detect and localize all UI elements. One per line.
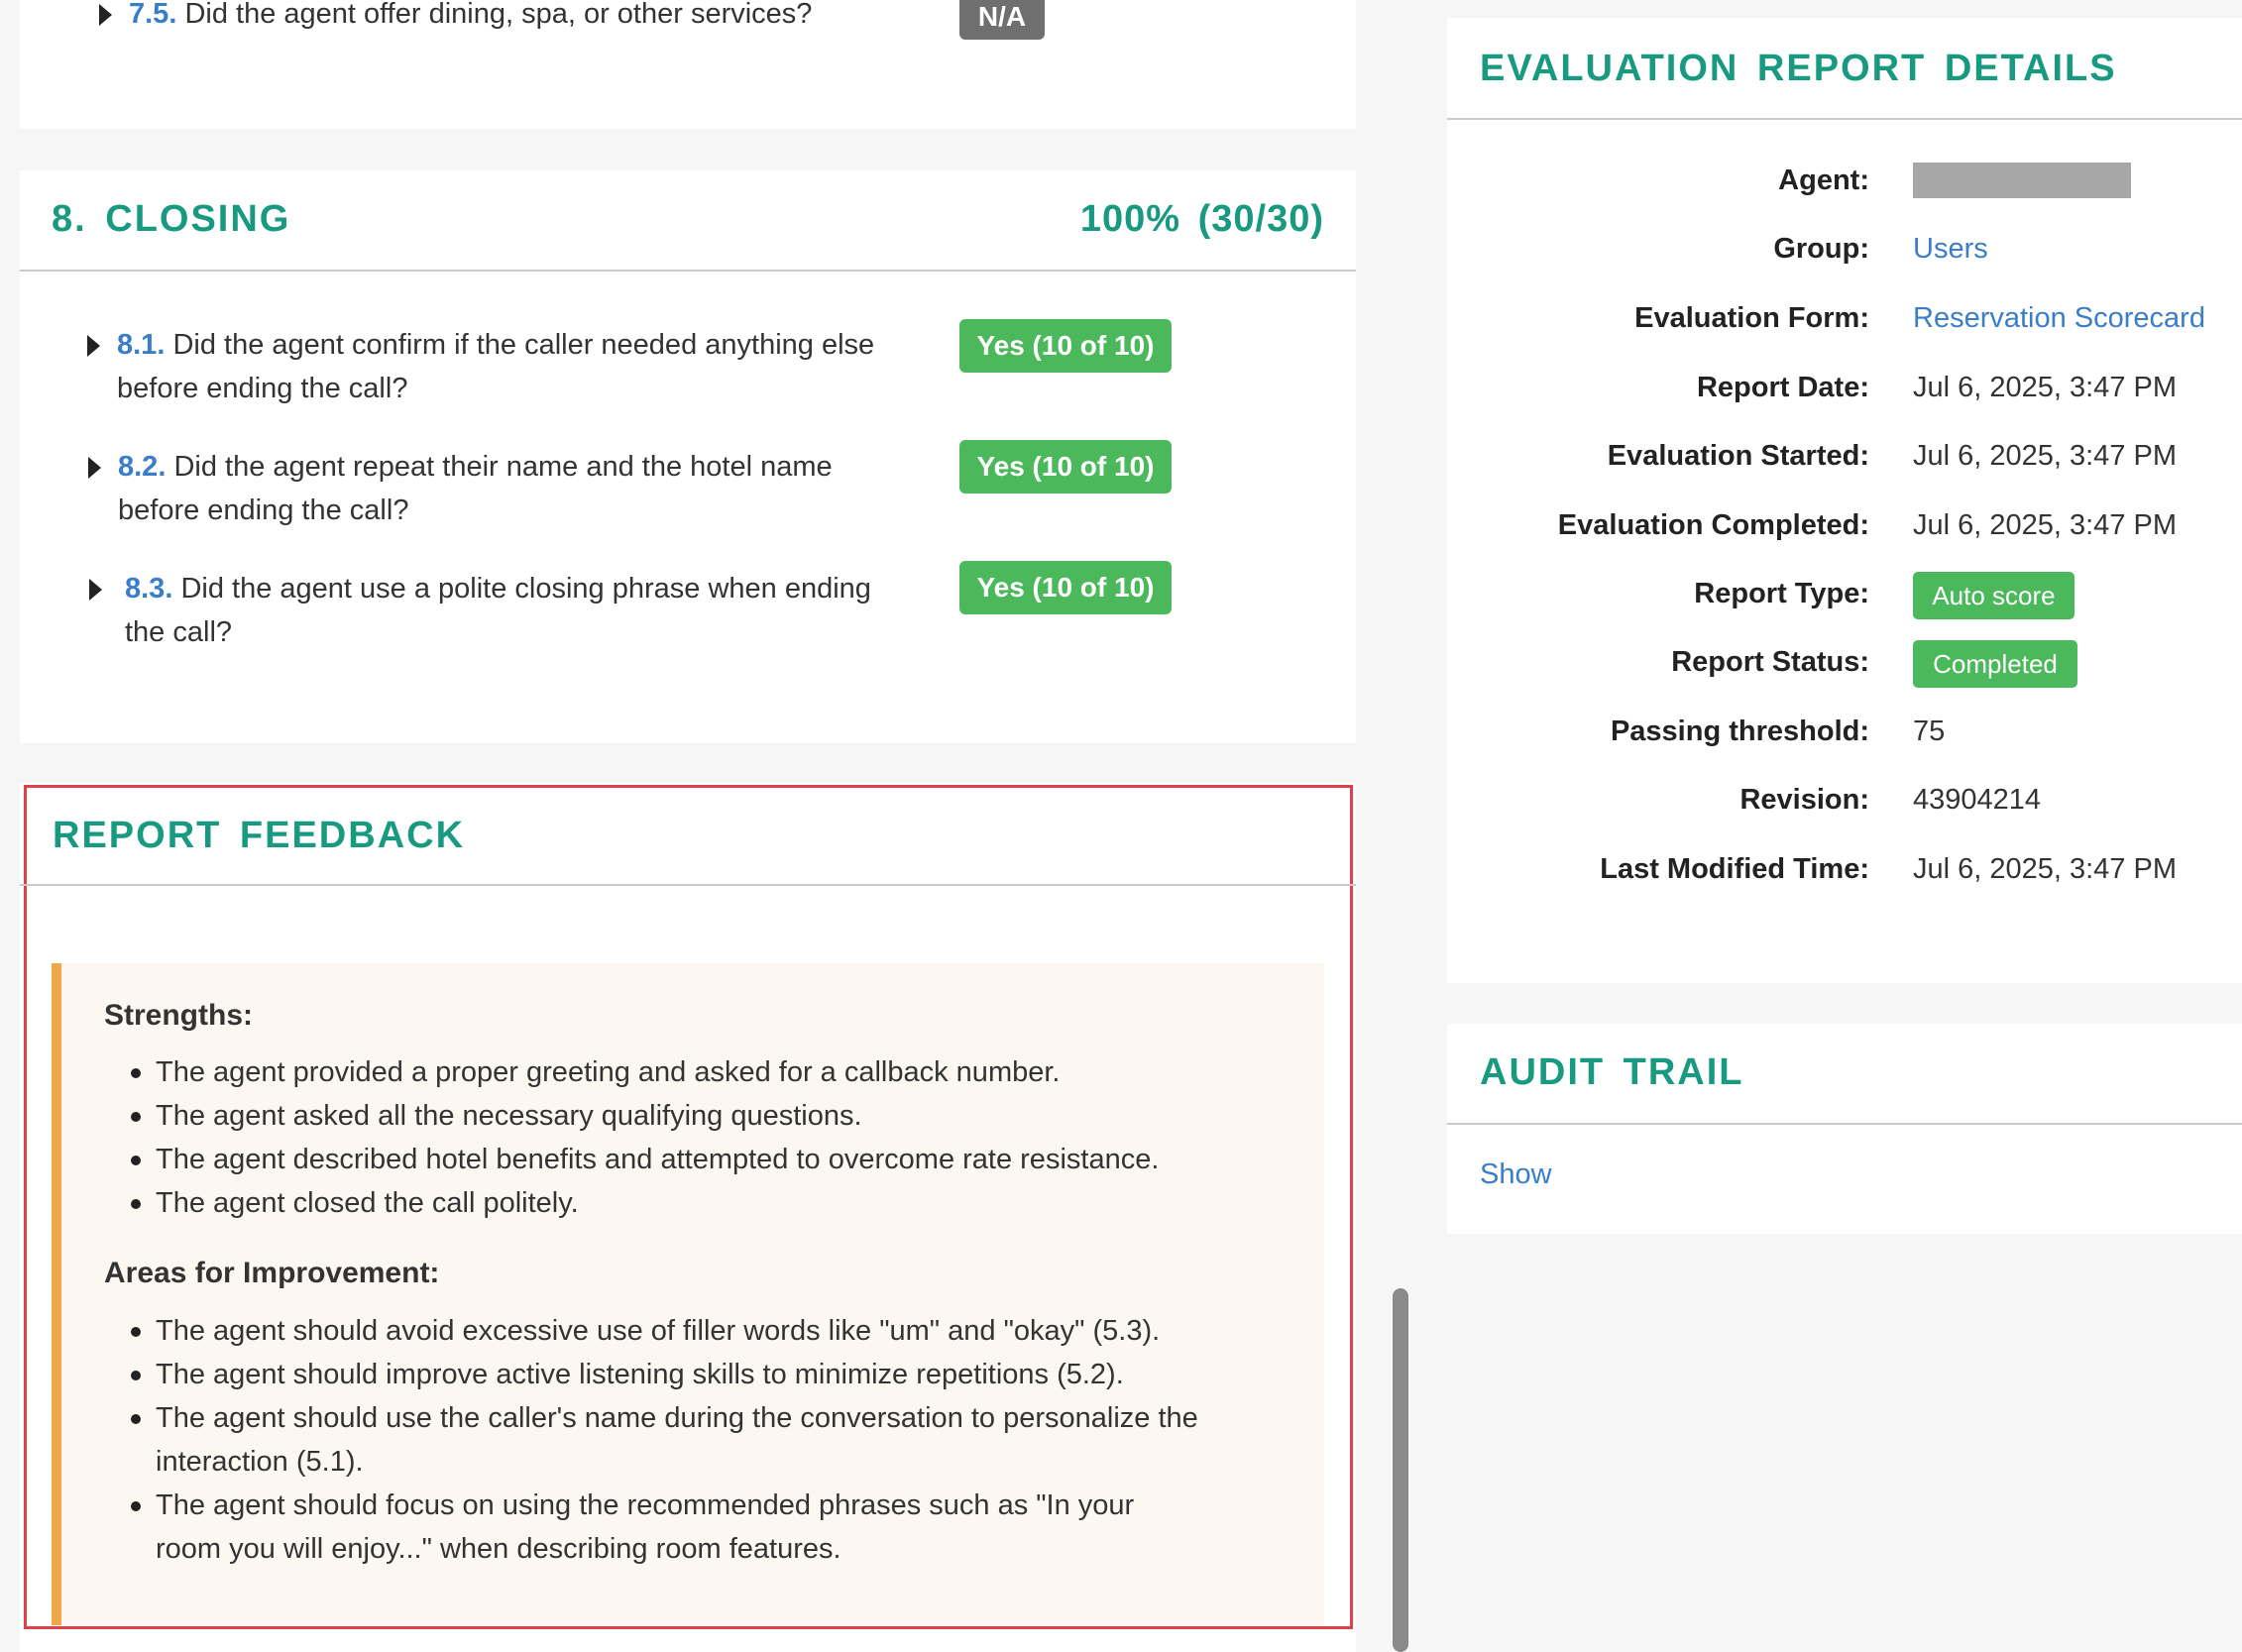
question-text: Did the agent use a polite closing phras…: [180, 573, 871, 605]
question-text: Did the agent confirm if the caller need…: [172, 329, 875, 361]
audit-trail-card: AUDIT TRAIL Show: [1447, 1024, 2242, 1234]
question-8-2: 8.2. Did the agent repeat their name and…: [88, 445, 941, 532]
list-item-cont: interaction (5.1).: [156, 1446, 364, 1478]
list-item: The agent closed the call politely.: [130, 1181, 1159, 1225]
report-date-value: Jul 6, 2025, 3:47 PM: [1913, 372, 2177, 403]
started-value: Jul 6, 2025, 3:47 PM: [1913, 440, 2177, 472]
improvement-heading: Areas for Improvement:: [104, 1257, 440, 1289]
report-status-label: Report Status:: [1671, 646, 1869, 678]
started-label: Evaluation Started:: [1607, 440, 1869, 472]
question-number: 8.2.: [118, 451, 167, 483]
question-text-cont: the call?: [125, 616, 233, 648]
threshold-label: Passing threshold:: [1610, 716, 1869, 747]
question-8-3: 8.3. Did the agent use a polite closing …: [89, 567, 948, 654]
feedback-divider: [20, 884, 1356, 886]
answer-badge-yes: Yes (10 of 10): [959, 440, 1172, 494]
strengths-list: The agent provided a proper greeting and…: [130, 1050, 1159, 1225]
report-type-badge: Auto score: [1913, 572, 2074, 619]
question-number: 8.1.: [117, 329, 166, 361]
feedback-title: REPORT FEEDBACK: [53, 815, 466, 856]
report-type-label: Report Type:: [1694, 578, 1869, 609]
details-header: EVALUATION REPORT DETAILS: [1447, 18, 2242, 120]
section-8-card: 8. CLOSING 100% (30/30) 8.1. Did the age…: [20, 170, 1356, 743]
modified-label: Last Modified Time:: [1600, 853, 1869, 885]
audit-header: AUDIT TRAIL: [1447, 1024, 2242, 1125]
report-status-badge: Completed: [1913, 640, 2077, 688]
expand-caret-icon[interactable]: [87, 335, 100, 357]
agent-label: Agent:: [1778, 165, 1869, 196]
question-number: 7.5.: [129, 0, 177, 30]
answer-badge-yes: Yes (10 of 10): [959, 561, 1172, 614]
details-title: EVALUATION REPORT DETAILS: [1480, 48, 2117, 89]
list-item-cont: room you will enjoy..." when describing …: [156, 1533, 841, 1565]
agent-redacted-value: [1913, 163, 2131, 198]
question-7-5: 7.5. Did the agent offer dining, spa, or…: [99, 0, 981, 36]
revision-value: 43904214: [1913, 784, 2042, 816]
question-8-1: 8.1. Did the agent confirm if the caller…: [87, 323, 940, 410]
question-text-cont: before ending the call?: [118, 495, 409, 526]
report-date-label: Report Date:: [1696, 372, 1869, 403]
expand-caret-icon[interactable]: [99, 4, 112, 26]
question-number: 8.3.: [125, 573, 173, 605]
list-item: The agent described hotel benefits and a…: [130, 1138, 1159, 1181]
group-label: Group:: [1773, 233, 1869, 265]
audit-show-link[interactable]: Show: [1480, 1158, 1552, 1191]
feedback-content: Strengths: The agent provided a proper g…: [52, 963, 1324, 1625]
list-item: The agent should use the caller's name d…: [131, 1396, 1198, 1440]
revision-label: Revision:: [1739, 784, 1869, 816]
form-label: Evaluation Form:: [1634, 302, 1869, 334]
modified-value: Jul 6, 2025, 3:47 PM: [1913, 853, 2177, 885]
question-text: Did the agent repeat their name and the …: [173, 451, 833, 483]
expand-caret-icon[interactable]: [89, 579, 102, 601]
expand-caret-icon[interactable]: [88, 457, 101, 479]
form-link[interactable]: Reservation Scorecard: [1913, 302, 2205, 335]
answer-badge-na: N/A: [959, 0, 1045, 40]
group-link[interactable]: Users: [1913, 233, 1988, 266]
section-7-card: 7.5. Did the agent offer dining, spa, or…: [20, 0, 1356, 129]
section-score: 100% (30/30): [1079, 198, 1324, 240]
question-text-cont: before ending the call?: [117, 373, 408, 404]
list-item: The agent should focus on using the reco…: [131, 1484, 1198, 1527]
list-item: The agent should improve active listenin…: [131, 1353, 1198, 1396]
list-item: The agent asked all the necessary qualif…: [130, 1094, 1159, 1138]
scrollbar-thumb[interactable]: [1393, 1288, 1408, 1652]
question-text: Did the agent offer dining, spa, or othe…: [184, 0, 813, 30]
completed-label: Evaluation Completed:: [1557, 509, 1869, 541]
threshold-value: 75: [1913, 716, 1946, 747]
improvement-list: The agent should avoid excessive use of …: [131, 1309, 1198, 1571]
audit-title: AUDIT TRAIL: [1480, 1051, 1744, 1093]
evaluation-report-page: 7.5. Did the agent offer dining, spa, or…: [0, 0, 2242, 1652]
strengths-heading: Strengths:: [104, 999, 253, 1032]
section-header: 8. CLOSING 100% (30/30): [20, 170, 1356, 272]
completed-value: Jul 6, 2025, 3:47 PM: [1913, 509, 2177, 541]
section-title: 8. CLOSING: [52, 198, 291, 240]
answer-badge-yes: Yes (10 of 10): [959, 319, 1172, 373]
list-item: The agent should avoid excessive use of …: [131, 1309, 1198, 1353]
list-item: The agent provided a proper greeting and…: [130, 1050, 1159, 1094]
